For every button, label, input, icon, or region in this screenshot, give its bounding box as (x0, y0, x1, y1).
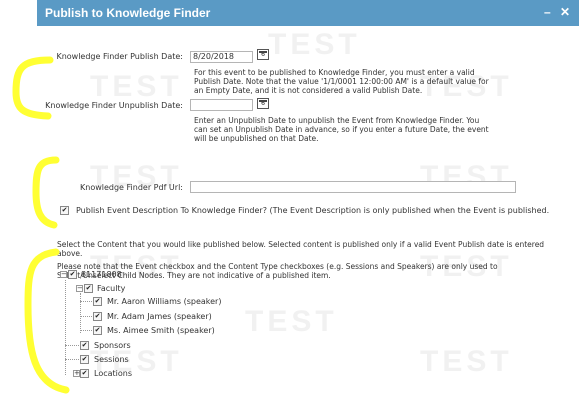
highlight-bracket (32, 156, 60, 229)
highlight-annotations (12, 56, 70, 394)
highlight-bracket (24, 248, 70, 394)
highlight-bracket (12, 56, 54, 120)
